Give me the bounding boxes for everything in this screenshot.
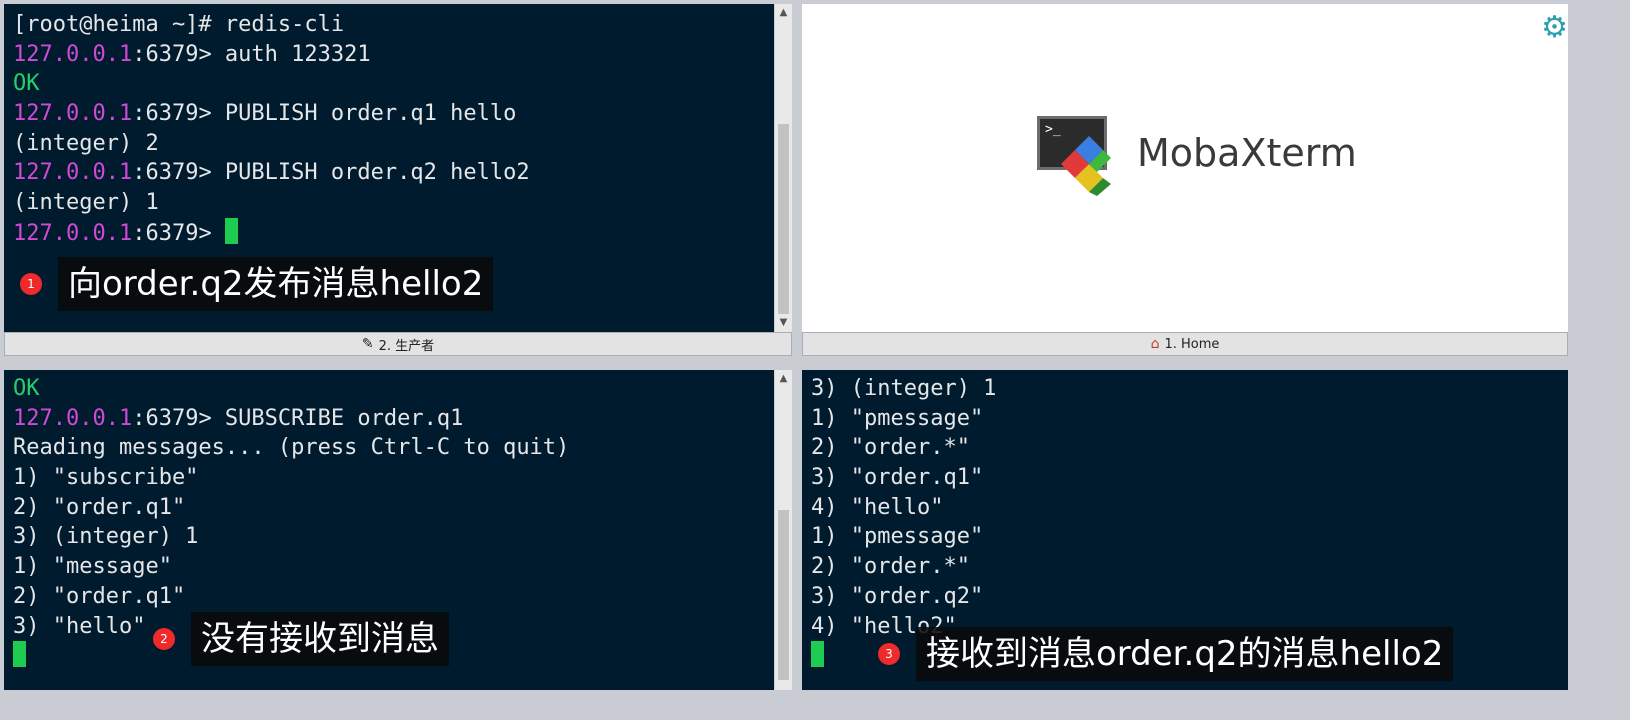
terminal-line: 1) "subscribe" bbox=[4, 463, 792, 493]
terminal-line: 1) "pmessage" bbox=[802, 522, 1568, 552]
brush-icon: ✎ bbox=[361, 336, 374, 352]
annotation-badge: 1 bbox=[20, 273, 42, 295]
terminal-line: 3) "order.q2" bbox=[802, 582, 1568, 612]
annotation-caption: 接收到消息order.q2的消息hello2 bbox=[916, 627, 1454, 681]
terminal-text: (integer) 2 bbox=[13, 130, 159, 156]
annotation-2: 2 没有接收到消息 bbox=[153, 612, 449, 666]
terminal-line: 4) "hello" bbox=[802, 493, 1568, 523]
terminal-text: 1) "pmessage" bbox=[811, 405, 984, 431]
terminal-line: 127.0.0.1:6379> PUBLISH order.q2 hello2 bbox=[4, 158, 792, 188]
scroll-down-arrow-icon[interactable]: ▼ bbox=[775, 314, 792, 332]
terminal-text: 3) "hello" bbox=[13, 613, 146, 639]
brand-name: MobaXterm bbox=[1137, 131, 1357, 175]
scrollbar-thumb[interactable] bbox=[778, 124, 789, 314]
prompt-host: 127.0.0.1 bbox=[13, 160, 133, 186]
terminal-line: 127.0.0.1:6379> auth 123321 bbox=[4, 40, 792, 70]
terminal-line: 3) (integer) 1 bbox=[4, 522, 792, 552]
terminal-cursor bbox=[811, 641, 824, 668]
subscriber-scrollbar[interactable]: ▲ bbox=[774, 370, 792, 690]
ok-response: OK bbox=[13, 71, 40, 97]
terminal-text: 2) "order.q1" bbox=[13, 494, 186, 520]
terminal-line: (integer) 1 bbox=[4, 188, 792, 218]
terminal-line: 2) "order.q1" bbox=[4, 493, 792, 523]
terminal-line: OK bbox=[4, 69, 792, 99]
terminal-text: :6379> auth 123321 bbox=[132, 41, 371, 67]
terminal-line: [root@heima ~]# redis-cli bbox=[4, 10, 792, 40]
mobaxterm-logo: >_ bbox=[1037, 116, 1117, 196]
terminal-text: :6379> bbox=[132, 220, 225, 246]
ok-response: OK bbox=[13, 376, 40, 401]
scroll-up-arrow-icon[interactable]: ▲ bbox=[775, 4, 792, 22]
terminal-cursor bbox=[224, 217, 238, 244]
home-icon: ⌂ bbox=[1150, 336, 1160, 352]
producer-terminal-lines: [root@heima ~]# redis-cli 127.0.0.1:6379>… bbox=[4, 10, 792, 248]
terminal-line: 2) "order.q1" bbox=[4, 582, 792, 612]
terminal-line: 127.0.0.1:6379> PUBLISH order.q1 hello bbox=[4, 99, 792, 129]
annotation-badge: 3 bbox=[878, 643, 900, 665]
gear-icon[interactable]: ⚙ bbox=[1541, 10, 1568, 45]
scroll-up-arrow-icon[interactable]: ▲ bbox=[775, 370, 792, 388]
terminal-line: 2) "order.*" bbox=[802, 552, 1568, 582]
terminal-text: (integer) 1 bbox=[13, 190, 159, 216]
annotation-caption: 向order.q2发布消息hello2 bbox=[58, 257, 494, 311]
prompt-host: 127.0.0.1 bbox=[13, 41, 133, 67]
terminal-text: :6379> PUBLISH order.q2 hello2 bbox=[132, 160, 530, 186]
terminal-line: 127.0.0.1:6379> SUBSCRIBE order.q1 bbox=[4, 404, 792, 434]
terminal-text: 2) "order.q1" bbox=[13, 583, 186, 609]
prompt-host: 127.0.0.1 bbox=[13, 101, 133, 127]
home-tab-label: 1. Home bbox=[1164, 336, 1220, 352]
prompt-host: 127.0.0.1 bbox=[13, 220, 133, 246]
terminal-line: 2) "order.*" bbox=[802, 433, 1568, 463]
terminal-line: 127.0.0.1:6379> bbox=[4, 217, 792, 248]
terminal-text: 4) "hello" bbox=[811, 494, 944, 520]
scrollbar-thumb[interactable] bbox=[778, 510, 789, 680]
terminal-text: Reading messages... (press Ctrl-C to qui… bbox=[13, 435, 570, 461]
terminal-line: (integer) 2 bbox=[4, 129, 792, 159]
terminal-line: 1) "message" bbox=[4, 552, 792, 582]
annotation-caption: 没有接收到消息 bbox=[191, 612, 449, 666]
terminal-line: OK bbox=[4, 374, 792, 404]
home-pane: >_ MobaXterm ⚙ bbox=[802, 4, 1568, 332]
terminal-text: 3) (integer) 1 bbox=[811, 376, 997, 401]
terminal-line: 3) "order.q1" bbox=[802, 463, 1568, 493]
terminal-cursor bbox=[13, 641, 26, 668]
home-tab[interactable]: ⌂ 1. Home bbox=[802, 332, 1568, 356]
terminal-text: 1) "pmessage" bbox=[811, 524, 984, 550]
terminal-text: 2) "order.*" bbox=[811, 554, 970, 580]
terminal-text: 2) "order.*" bbox=[811, 435, 970, 461]
terminal-text: 3) (integer) 1 bbox=[13, 524, 199, 550]
producer-tab[interactable]: ✎ 2. 生产者 bbox=[4, 332, 792, 356]
annotation-1: 1 向order.q2发布消息hello2 bbox=[20, 257, 494, 311]
terminal-text: 3) "order.q1" bbox=[811, 465, 984, 491]
producer-scrollbar[interactable]: ▲ ▼ bbox=[774, 4, 792, 332]
terminal-line: Reading messages... (press Ctrl-C to qui… bbox=[4, 433, 792, 463]
logo-blocks-icon bbox=[1061, 136, 1111, 196]
terminal-line: 1) "pmessage" bbox=[802, 404, 1568, 434]
annotation-3: 3 接收到消息order.q2的消息hello2 bbox=[878, 627, 1454, 681]
producer-tab-label: 2. 生产者 bbox=[378, 338, 435, 354]
terminal-text: 1) "subscribe" bbox=[13, 465, 199, 491]
terminal-line: 3) (integer) 1 bbox=[802, 374, 1568, 404]
terminal-text: [root@heima ~]# redis-cli bbox=[13, 12, 345, 37]
annotation-badge: 2 bbox=[153, 628, 175, 650]
prompt-host: 127.0.0.1 bbox=[13, 405, 133, 431]
terminal-text: 3) "order.q2" bbox=[811, 583, 984, 609]
terminal-text: :6379> PUBLISH order.q1 hello bbox=[132, 101, 517, 127]
terminal-text: 1) "message" bbox=[13, 554, 172, 580]
terminal-text: :6379> SUBSCRIBE order.q1 bbox=[132, 405, 464, 431]
